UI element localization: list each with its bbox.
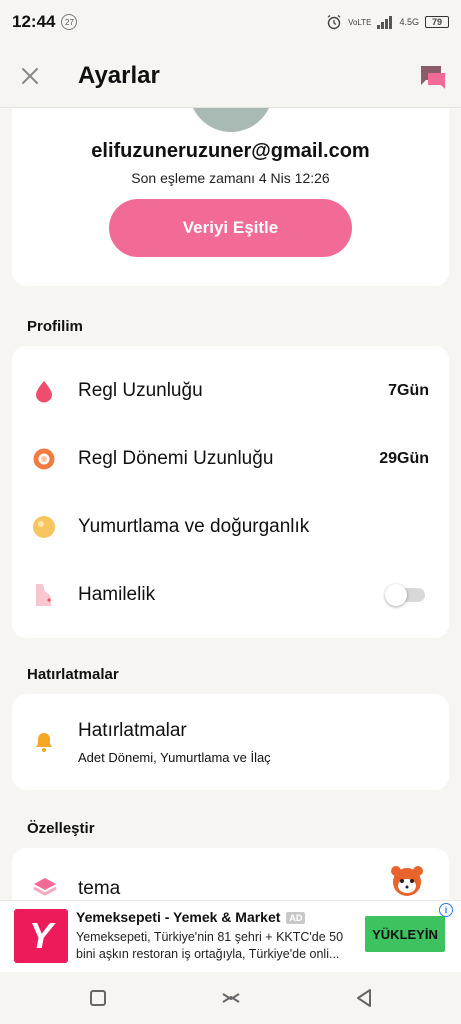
- theme-icon: [33, 878, 57, 896]
- ovulation-icon: [32, 515, 56, 539]
- settings-list[interactable]: elifuzuneruzuner@gmail.com Son eşleme za…: [0, 108, 461, 900]
- theme-row-label[interactable]: tema: [78, 878, 120, 900]
- customize-card: tema: [12, 848, 449, 900]
- red-panda-mascot-icon: [391, 866, 423, 896]
- section-title-customize: Özelleştir: [27, 820, 95, 837]
- row-label: Regl Uzunluğu: [78, 380, 203, 401]
- ad-tag: AD: [286, 912, 306, 925]
- status-bar: 12:44 27 VoLTE 4.5G 79: [0, 0, 461, 44]
- reminders-subtitle: Adet Dönemi, Yumurtlama ve İlaç: [78, 750, 271, 765]
- system-nav-bar: [0, 972, 461, 1024]
- back-icon[interactable]: [352, 986, 376, 1010]
- period-length-row[interactable]: Regl Uzunluğu 7Gün: [12, 357, 449, 425]
- ad-info-icon[interactable]: i: [439, 903, 453, 917]
- volte-icon: VoLTE: [348, 17, 372, 27]
- home-icon[interactable]: [219, 986, 243, 1010]
- yemeksepeti-logo: Y: [14, 909, 68, 963]
- page-title: Ayarlar: [78, 61, 160, 89]
- sync-data-button[interactable]: Veriyi Eşitle: [109, 199, 352, 257]
- close-icon: [22, 67, 38, 84]
- ad-description: Yemeksepeti, Türkiye'nin 81 şehri + KKTC…: [76, 930, 344, 961]
- notification-count-icon: 27: [61, 14, 78, 30]
- ad-install-button[interactable]: YÜKLEYİN: [365, 916, 445, 952]
- profile-card: Regl Uzunluğu 7Gün Regl Dönemi Uzunluğu …: [12, 346, 449, 638]
- battery-icon: 79: [425, 16, 449, 28]
- account-card: elifuzuneruzuner@gmail.com Son eşleme za…: [12, 108, 449, 286]
- pregnancy-toggle[interactable]: [385, 584, 425, 606]
- toggle-knob: [385, 584, 407, 606]
- ad-title: Yemeksepeti - Yemek & Market AD: [76, 909, 306, 925]
- drop-icon: [32, 379, 56, 403]
- avatar[interactable]: [188, 108, 273, 132]
- pregnancy-row[interactable]: Hamilelik: [12, 561, 449, 629]
- recent-apps-icon[interactable]: [86, 986, 110, 1010]
- ovulation-row[interactable]: Yumurtlama ve doğurganlık: [12, 493, 449, 561]
- bell-icon: [36, 733, 52, 752]
- cycle-ring-icon: [32, 447, 56, 471]
- network-type: 4.5G: [399, 17, 419, 27]
- reminders-card[interactable]: Hatırlatmalar Adet Dönemi, Yumurtlama ve…: [12, 694, 449, 790]
- status-time: 12:44: [12, 12, 56, 31]
- pregnancy-icon: [32, 583, 56, 607]
- ad-banner[interactable]: Y Yemeksepeti - Yemek & Market AD Yemekse…: [0, 900, 461, 972]
- row-value: 29Gün: [379, 450, 429, 467]
- row-value: 7Gün: [388, 382, 429, 399]
- feedback-button[interactable]: [419, 64, 447, 90]
- ad-title-text: Yemeksepeti - Yemek & Market: [76, 909, 281, 925]
- section-title-profile: Profilim: [27, 318, 83, 335]
- alarm-icon: [327, 14, 341, 30]
- status-indicators: VoLTE 4.5G 79: [326, 14, 449, 30]
- chat-icon: [421, 66, 445, 89]
- cycle-length-row[interactable]: Regl Dönemi Uzunluğu 29Gün: [12, 425, 449, 493]
- row-label: Regl Dönemi Uzunluğu: [78, 448, 274, 469]
- section-title-reminders: Hatırlatmalar: [27, 666, 119, 683]
- row-label: Yumurtlama ve doğurganlık: [78, 516, 310, 537]
- row-label: Hamilelik: [78, 584, 156, 605]
- account-email: elifuzuneruzuner@gmail.com: [91, 140, 370, 162]
- last-sync-time: Son eşleme zamanı 4 Nis 12:26: [131, 170, 330, 186]
- signal-icon: [377, 15, 393, 29]
- close-button[interactable]: [0, 44, 60, 108]
- app-bar: Ayarlar: [0, 44, 461, 108]
- reminders-title: Hatırlatmalar: [78, 720, 187, 741]
